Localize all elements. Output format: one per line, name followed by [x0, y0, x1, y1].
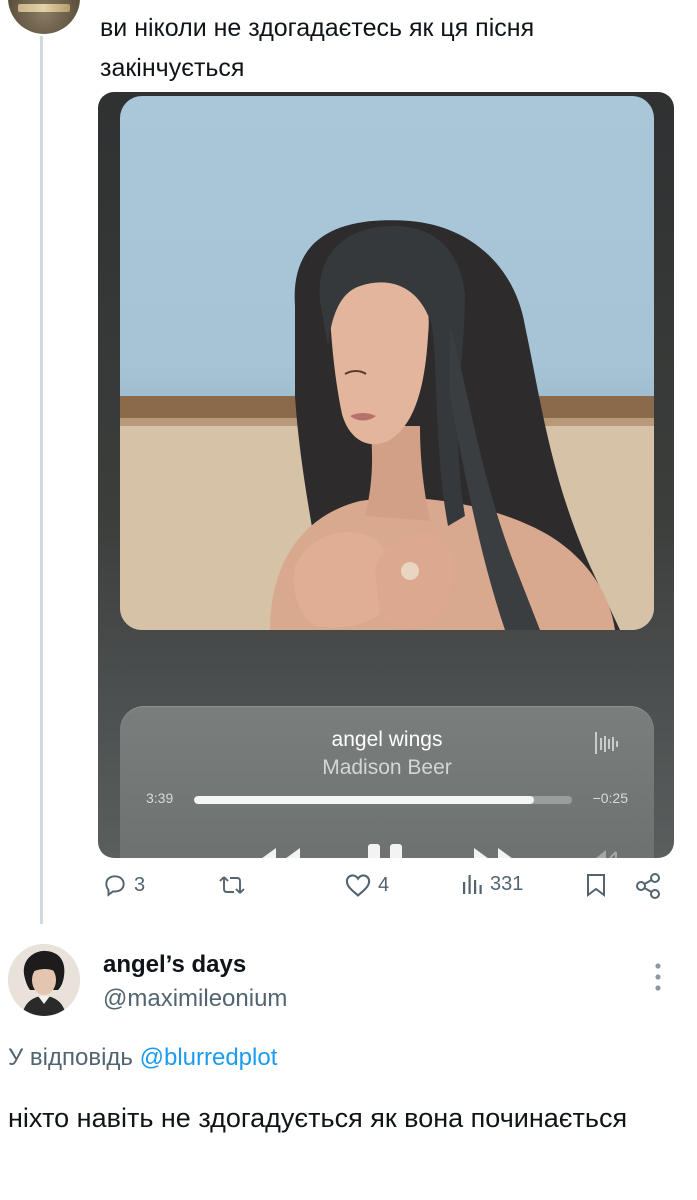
bookmark-icon	[584, 872, 608, 898]
reply-author-name[interactable]: angel’s days	[103, 951, 246, 979]
song-title: angel wings	[331, 728, 443, 751]
like-count: 4	[378, 873, 390, 896]
like-button[interactable]: 4	[344, 872, 389, 898]
heart-icon	[344, 872, 372, 898]
share-icon	[634, 872, 662, 900]
tweet-media-image[interactable]: angel wings Madison Beer 3:39 −0:25	[98, 92, 674, 858]
views-count: 331	[490, 872, 524, 895]
song-artist: Madison Beer	[322, 756, 452, 779]
reply-text: ніхто навіть не здогадується як вона поч…	[8, 1103, 628, 1133]
remaining-time: −0:25	[592, 790, 628, 806]
progress-bar[interactable]	[194, 796, 572, 804]
reply-button[interactable]: 3	[102, 872, 145, 898]
elapsed-time: 3:39	[146, 790, 174, 806]
previous-author-avatar[interactable]	[8, 0, 80, 34]
reply-prefix: У відповідь	[8, 1044, 133, 1071]
pause-icon[interactable]	[364, 842, 408, 858]
tweet-text: ви ніколи не здогадаєтесь як ця пісня за…	[100, 14, 535, 82]
reply-count: 3	[134, 873, 146, 896]
album-cover	[120, 96, 654, 630]
share-button[interactable]	[634, 872, 662, 900]
music-player-panel: angel wings Madison Beer 3:39 −0:25	[120, 706, 654, 858]
reply-to-handle-link[interactable]: @blurredplot	[140, 1044, 278, 1071]
retweet-icon	[218, 872, 246, 898]
reply-author-handle[interactable]: @maximileonium	[103, 985, 287, 1013]
tweet-thread-page: ви ніколи не здогадаєтесь як ця пісня за…	[0, 0, 697, 1200]
bookmark-button[interactable]	[584, 872, 608, 898]
thread-connector-line	[40, 36, 43, 924]
comment-icon	[102, 872, 128, 898]
airplay-icon[interactable]	[584, 848, 620, 858]
rewind-icon[interactable]	[248, 842, 304, 858]
waveform-icon	[594, 730, 622, 761]
views-chart-icon	[462, 872, 484, 896]
retweet-button[interactable]	[218, 872, 252, 898]
more-vertical-icon[interactable]	[652, 962, 664, 997]
fast-forward-icon[interactable]	[470, 842, 526, 858]
reply-context: У відповідь @blurredplot	[8, 1044, 277, 1072]
reply-author-avatar[interactable]	[8, 944, 80, 1016]
progress-fill	[194, 796, 535, 804]
tweet-action-bar: 3 4 331	[100, 872, 670, 912]
views-button[interactable]: 331	[462, 872, 523, 896]
